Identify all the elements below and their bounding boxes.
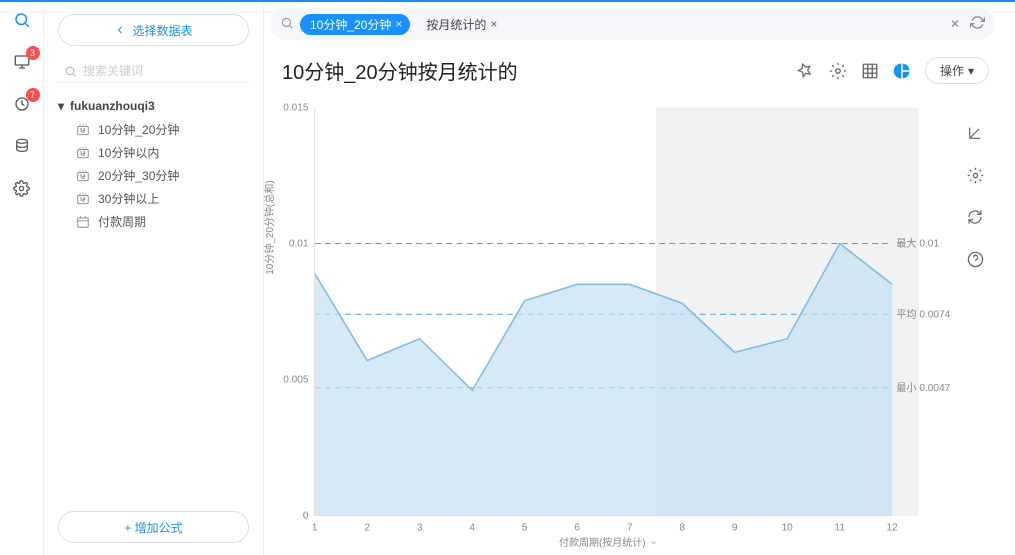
svg-text:0: 0 [303,511,309,522]
config-icon[interactable] [961,161,989,189]
rail-settings-icon[interactable] [10,176,34,200]
svg-text:3: 3 [417,522,423,533]
svg-text:0.01: 0.01 [289,239,309,250]
svg-text:平均 0.0074: 平均 0.0074 [896,308,950,320]
chart-icon[interactable] [893,62,911,80]
select-table-button[interactable]: 选择数据表 [58,14,249,46]
rail-search-icon[interactable] [10,8,34,32]
rail-presentation-icon[interactable]: 3 [10,50,34,74]
field-type-icon [76,192,90,206]
svg-text:10: 10 [782,522,794,533]
chevron-down-icon[interactable]: ⌄ [650,536,658,547]
field-type-icon [76,169,90,183]
edit-axis-icon[interactable] [961,119,989,147]
pill-remove-icon[interactable]: × [395,17,402,31]
tree-item[interactable]: 付款周期 [76,213,249,230]
svg-text:7: 7 [627,522,633,533]
page-title: 10分钟_20分钟按月统计的 [282,56,789,85]
settings-icon[interactable] [829,62,847,80]
field-type-icon [76,146,90,160]
add-formula-button[interactable]: + 增加公式 [58,511,249,543]
rail-badge: 3 [26,46,40,60]
clear-icon[interactable]: ✕ [950,17,960,31]
refresh-icon[interactable] [961,203,989,231]
svg-text:9: 9 [732,522,738,533]
tree-item[interactable]: 10分钟_20分钟 [76,121,249,138]
tree-item-label: 付款周期 [98,213,146,230]
pill-remove-icon[interactable]: × [490,17,497,31]
tree-item-label: 20分钟_30分钟 [98,167,179,184]
rail-data-icon[interactable] [10,134,34,158]
svg-text:最小 0.0047: 最小 0.0047 [896,382,950,394]
rail-badge: 7 [26,88,40,102]
caret-down-icon: ▾ [58,99,64,113]
refresh-icon[interactable] [970,15,985,33]
field-type-icon [76,123,90,137]
main: 10分钟_20分钟 × 按月统计的 × ✕ 10分钟_20分钟按月统计的 [264,2,1015,555]
search-icon [64,65,77,78]
search-icon [280,16,294,33]
svg-text:11: 11 [834,522,845,533]
pill-label: 按月统计的 [426,16,486,33]
select-table-label: 选择数据表 [132,22,192,39]
chart[interactable]: 10分钟_20分钟(总和) 最大 0.01 平均 0.0074 最小 0.0047 0… [264,97,953,547]
svg-text:0.005: 0.005 [283,375,309,386]
pin-icon[interactable] [797,62,815,80]
sidebar-search [58,60,249,83]
svg-text:2: 2 [364,522,370,533]
y-axis-label: 10分钟_20分钟(总和) [261,180,276,274]
topbar: 10分钟_20分钟 × 按月统计的 × ✕ [264,2,1007,46]
svg-text:5: 5 [522,522,528,533]
tree-item[interactable]: 30分钟以上 [76,190,249,207]
tree-group-name: fukuanzhouqi3 [70,99,155,113]
query-pillbar[interactable]: 10分钟_20分钟 × 按月统计的 × ✕ [270,8,995,40]
chart-tool-rail [953,97,997,547]
svg-text:8: 8 [679,522,685,533]
pill-label: 10分钟_20分钟 [310,16,391,33]
operate-button[interactable]: 操作 ▾ [925,57,989,84]
query-pill[interactable]: 10分钟_20分钟 × [300,14,410,35]
chart-svg: 最大 0.01 平均 0.0074 最小 0.0047 0 0.005 0.01 0.015… [264,97,953,547]
chevron-down-icon: ▾ [968,64,974,78]
svg-text:1: 1 [312,522,318,533]
help-icon[interactable] [961,245,989,273]
left-rail: 3 7 [0,2,44,555]
tree-item[interactable]: 20分钟_30分钟 [76,167,249,184]
sidebar-search-input[interactable] [83,64,243,78]
query-pill[interactable]: 按月统计的 × [416,14,505,35]
operate-label: 操作 [940,62,964,79]
svg-text:12: 12 [887,522,899,533]
svg-text:4: 4 [469,522,475,533]
rail-notifications-icon[interactable]: 7 [10,92,34,116]
tree-item[interactable]: 10分钟以内 [76,144,249,161]
tree-item-label: 30分钟以上 [98,190,159,207]
field-type-icon [76,215,90,229]
tree-item-label: 10分钟以内 [98,144,159,161]
svg-text:6: 6 [574,522,580,533]
x-axis-label: 付款周期(按月统计) [559,534,646,549]
tree-item-label: 10分钟_20分钟 [98,121,179,138]
svg-text:0.015: 0.015 [283,102,309,113]
tree-group[interactable]: ▾ fukuanzhouqi3 [58,99,249,113]
svg-text:最大 0.01: 最大 0.01 [896,236,939,249]
table-icon[interactable] [861,62,879,80]
sidebar: 选择数据表 ▾ fukuanzhouqi3 10分钟_20分钟 10分钟以内 20分… [44,2,264,555]
page-header: 10分钟_20分钟按月统计的 操作 ▾ [264,46,1007,89]
